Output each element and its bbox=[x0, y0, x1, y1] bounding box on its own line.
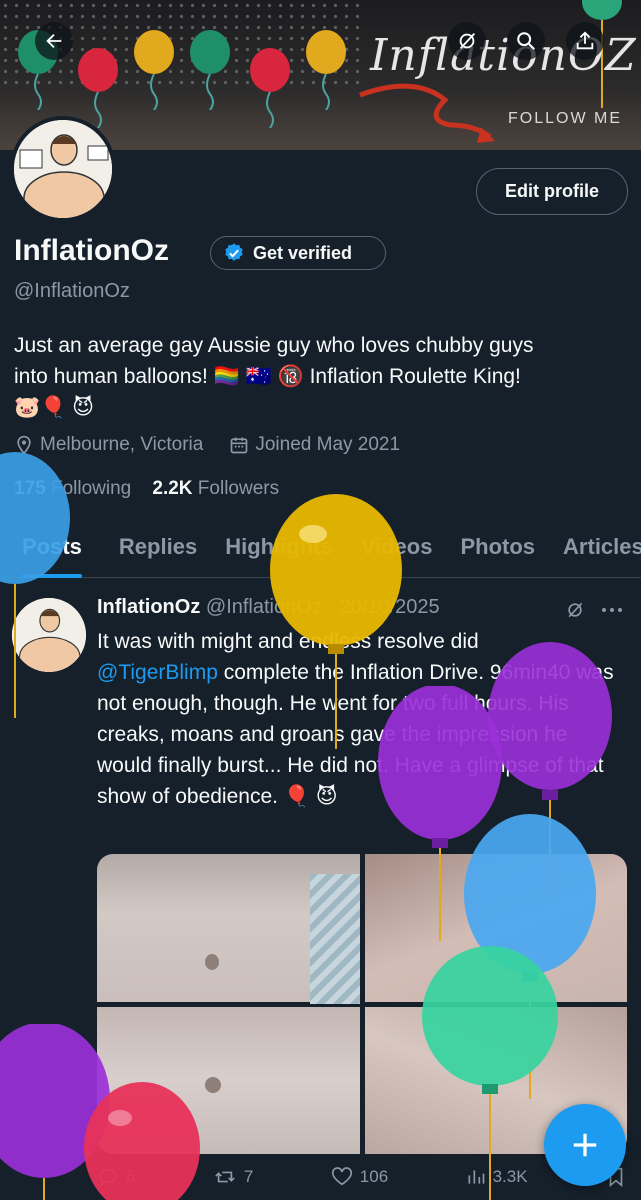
following-label: Following bbox=[50, 478, 132, 499]
grok-button[interactable] bbox=[448, 22, 486, 60]
following-count: 175 bbox=[14, 478, 46, 499]
profile-handle: @InflationOz bbox=[14, 280, 130, 302]
bio-line: Just an average gay Aussie guy who loves… bbox=[14, 334, 534, 357]
post-image[interactable] bbox=[364, 854, 627, 1002]
get-verified-label: Get verified bbox=[253, 242, 353, 263]
post-handle-date: @InflationOz · 20/10/2025 bbox=[205, 596, 440, 618]
search-button[interactable] bbox=[507, 22, 545, 60]
banner-balloon-green-icon bbox=[190, 30, 230, 110]
followers-label: Followers bbox=[197, 478, 280, 499]
repost-button[interactable]: 7 bbox=[213, 1166, 253, 1188]
following-link[interactable]: 175 Following bbox=[14, 478, 131, 499]
views-count: 3.3K bbox=[492, 1167, 528, 1186]
banner-balloon-red-icon bbox=[78, 48, 118, 128]
followers-count: 2.2K bbox=[152, 478, 193, 499]
post-media-grid bbox=[97, 854, 627, 1154]
reply-count: 6 bbox=[126, 1167, 136, 1186]
post-image[interactable] bbox=[97, 1006, 360, 1154]
back-button[interactable] bbox=[35, 22, 73, 60]
share-icon bbox=[576, 31, 594, 50]
profile-bio: Just an average gay Aussie guy who loves… bbox=[14, 330, 634, 423]
plus-icon bbox=[573, 1133, 597, 1157]
post-text-start: It was with might and endless resolve di… bbox=[97, 630, 479, 653]
edit-profile-button[interactable]: Edit profile bbox=[476, 168, 628, 215]
verified-badge-icon bbox=[225, 243, 243, 261]
grok-icon[interactable] bbox=[565, 600, 585, 620]
heart-icon bbox=[331, 1167, 352, 1186]
follow-stats: 175 Following 2.2K Followers bbox=[14, 478, 279, 500]
tab-photos[interactable]: Photos bbox=[460, 522, 535, 577]
banner-balloon-yellow-icon bbox=[134, 30, 174, 110]
avatar-cartoon-icon bbox=[12, 598, 86, 672]
post-author-avatar[interactable] bbox=[12, 598, 86, 672]
post-actions: 6 7 106 3.3K bbox=[97, 1166, 627, 1188]
calendar-icon bbox=[231, 437, 248, 454]
repost-count: 7 bbox=[243, 1167, 254, 1186]
like-count: 106 bbox=[359, 1167, 389, 1186]
profile-tabs: Posts Replies Highlights Videos Photos A… bbox=[0, 522, 641, 578]
tab-articles[interactable]: Articles bbox=[563, 522, 641, 577]
reply-icon bbox=[99, 1168, 117, 1187]
views-icon bbox=[468, 1170, 484, 1184]
display-name: InflationOz bbox=[14, 234, 169, 267]
mention-link[interactable]: @TigerBlimp bbox=[97, 661, 218, 684]
tab-highlights[interactable]: Highlights bbox=[225, 522, 333, 577]
post-author-name[interactable]: InflationOz bbox=[97, 596, 200, 618]
banner-follow-text: FOLLOW ME bbox=[508, 110, 623, 127]
compose-button[interactable] bbox=[544, 1104, 626, 1186]
tab-replies[interactable]: Replies bbox=[119, 522, 197, 577]
back-arrow-icon bbox=[46, 33, 62, 49]
bio-line: into human balloons! 🏳️‍🌈 🇦🇺 🔞 Inflation… bbox=[14, 365, 521, 388]
banner-balloon-yellow-icon bbox=[306, 30, 346, 110]
repost-icon bbox=[215, 1171, 235, 1183]
grok-icon bbox=[459, 33, 476, 49]
banner-red-arrow-icon bbox=[359, 83, 495, 143]
post-header: InflationOz @InflationOz · 20/10/2025 bbox=[97, 596, 440, 619]
get-verified-button[interactable]: Get verified bbox=[210, 236, 386, 270]
bio-line: 🐷🎈 😈 bbox=[14, 396, 95, 419]
views-button[interactable]: 3.3K bbox=[466, 1166, 528, 1188]
location-text: Melbourne, Victoria bbox=[40, 434, 204, 455]
profile-avatar[interactable] bbox=[10, 116, 116, 222]
location-pin-icon bbox=[17, 435, 31, 455]
post-text: It was with might and endless resolve di… bbox=[97, 626, 627, 812]
reply-button[interactable]: 6 bbox=[97, 1166, 135, 1188]
post-image[interactable] bbox=[97, 854, 360, 1004]
tab-posts[interactable]: Posts bbox=[22, 522, 82, 578]
followers-link[interactable]: 2.2K Followers bbox=[152, 478, 279, 499]
banner-balloon-red-icon bbox=[250, 48, 290, 128]
more-icon[interactable] bbox=[600, 600, 624, 620]
like-button[interactable]: 106 bbox=[331, 1166, 388, 1188]
tab-videos[interactable]: Videos bbox=[361, 522, 433, 577]
search-icon bbox=[517, 32, 535, 50]
profile-meta: Melbourne, Victoria Joined May 2021 bbox=[14, 434, 400, 456]
share-button[interactable] bbox=[566, 22, 604, 60]
joined-text: Joined May 2021 bbox=[255, 434, 401, 455]
avatar-cartoon-icon bbox=[14, 120, 112, 218]
